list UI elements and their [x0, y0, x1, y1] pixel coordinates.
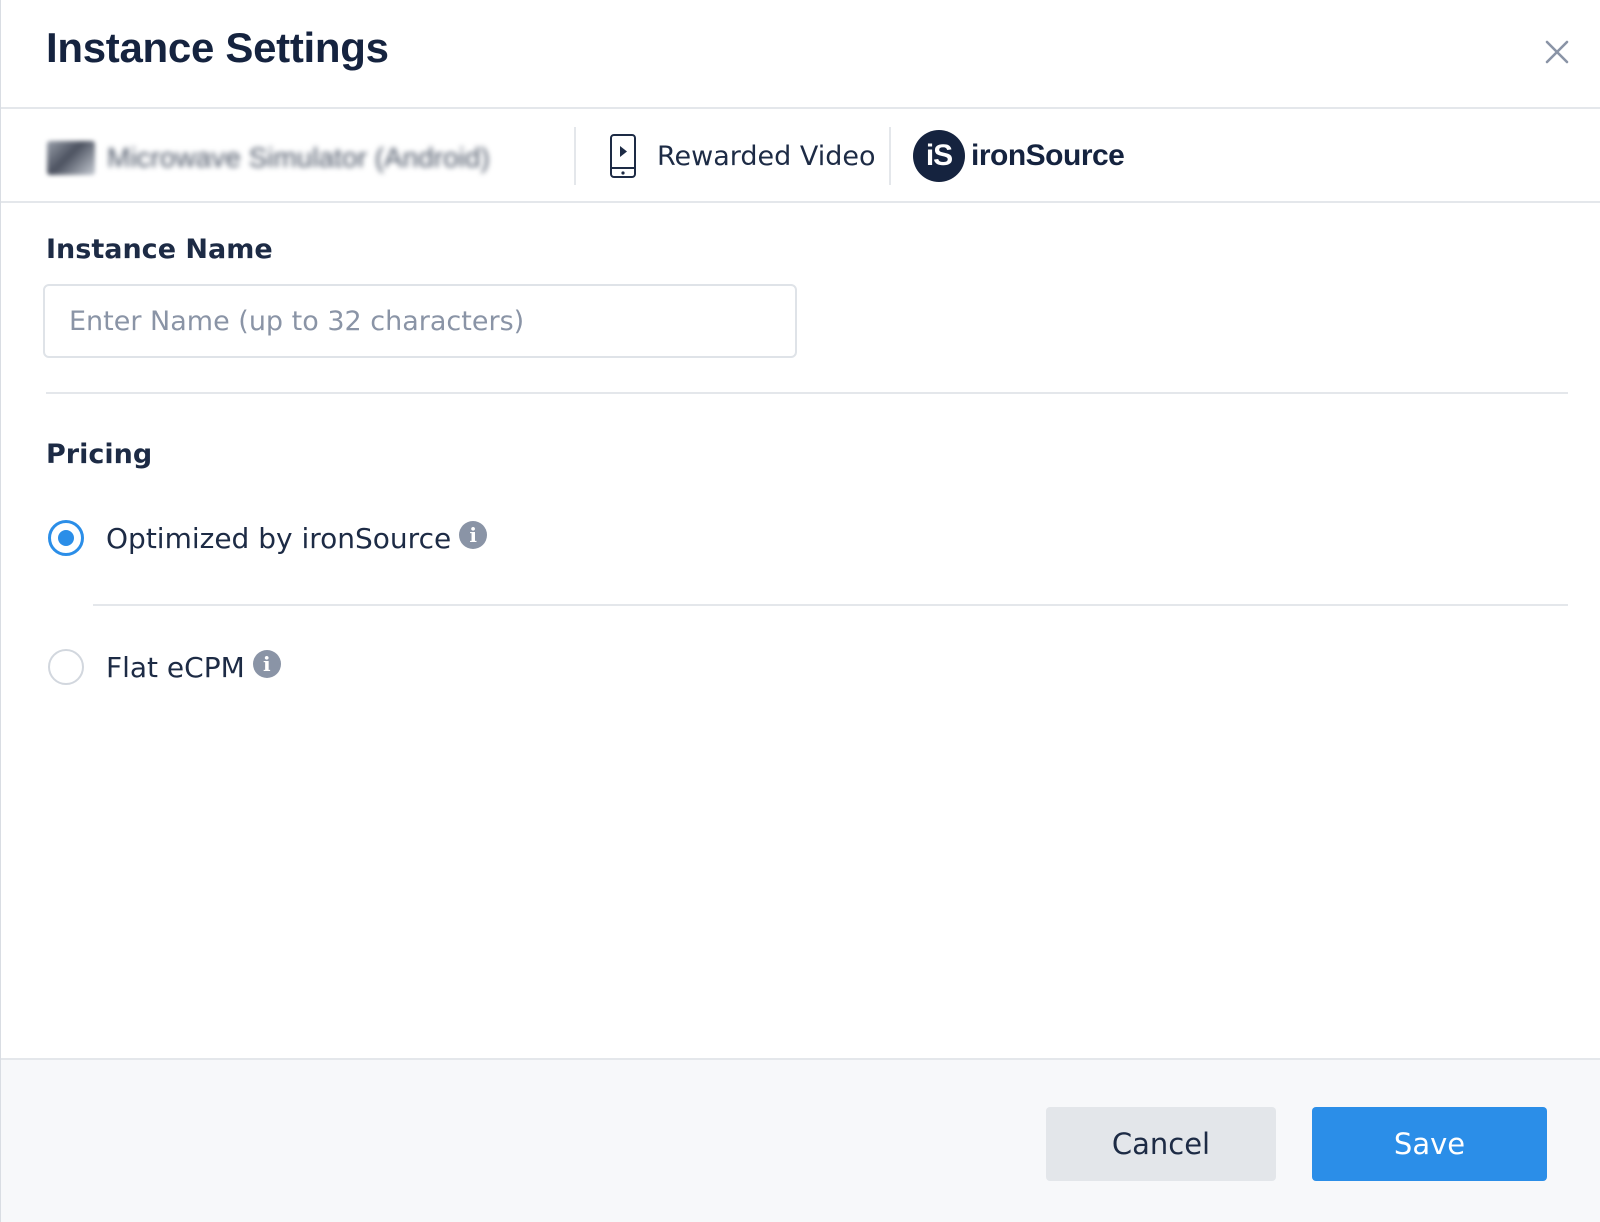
mobile-video-icon — [610, 134, 636, 178]
ironsource-logo-icon: iS — [913, 130, 965, 182]
ad-unit-label: Rewarded Video — [657, 140, 876, 172]
info-icon[interactable]: i — [459, 521, 488, 549]
context-divider — [574, 127, 576, 185]
ad-unit-info: Rewarded Video — [609, 131, 876, 181]
dialog-title: Instance Settings — [46, 24, 389, 71]
info-icon[interactable]: i — [252, 650, 281, 678]
dialog-header: Instance Settings — [1, 0, 1600, 109]
app-info: Microwave Simulator (Android) — [47, 133, 490, 183]
radio-button-unchecked[interactable] — [48, 649, 84, 685]
cancel-button[interactable]: Cancel — [1046, 1107, 1276, 1181]
pricing-label: Pricing — [46, 439, 153, 470]
instance-name-input[interactable] — [43, 284, 797, 358]
pricing-option-label: Optimized by ironSource — [106, 521, 452, 555]
section-divider — [46, 392, 1568, 394]
pricing-option-label: Flat eCPM — [106, 650, 245, 684]
network-name: ironSource — [971, 139, 1125, 172]
dialog-footer: Cancel Save — [1, 1058, 1600, 1222]
radio-button-checked[interactable] — [48, 520, 84, 556]
save-button[interactable]: Save — [1312, 1107, 1547, 1181]
instance-settings-dialog: Instance Settings Microwave Simulator (A… — [0, 0, 1600, 1222]
app-name: Microwave Simulator (Android) — [107, 142, 490, 173]
context-divider — [889, 127, 891, 185]
instance-context-bar: Microwave Simulator (Android) Rewarded V… — [1, 111, 1600, 203]
instance-name-label: Instance Name — [46, 234, 273, 265]
pricing-option-flat-ecpm[interactable]: Flat eCPM i — [48, 647, 281, 687]
option-divider — [93, 604, 1568, 606]
close-icon — [1545, 40, 1569, 64]
app-icon — [47, 141, 95, 175]
close-button[interactable] — [1539, 34, 1575, 70]
network-info: iS ironSource — [913, 129, 1125, 183]
pricing-option-optimized[interactable]: Optimized by ironSource i — [48, 518, 488, 558]
